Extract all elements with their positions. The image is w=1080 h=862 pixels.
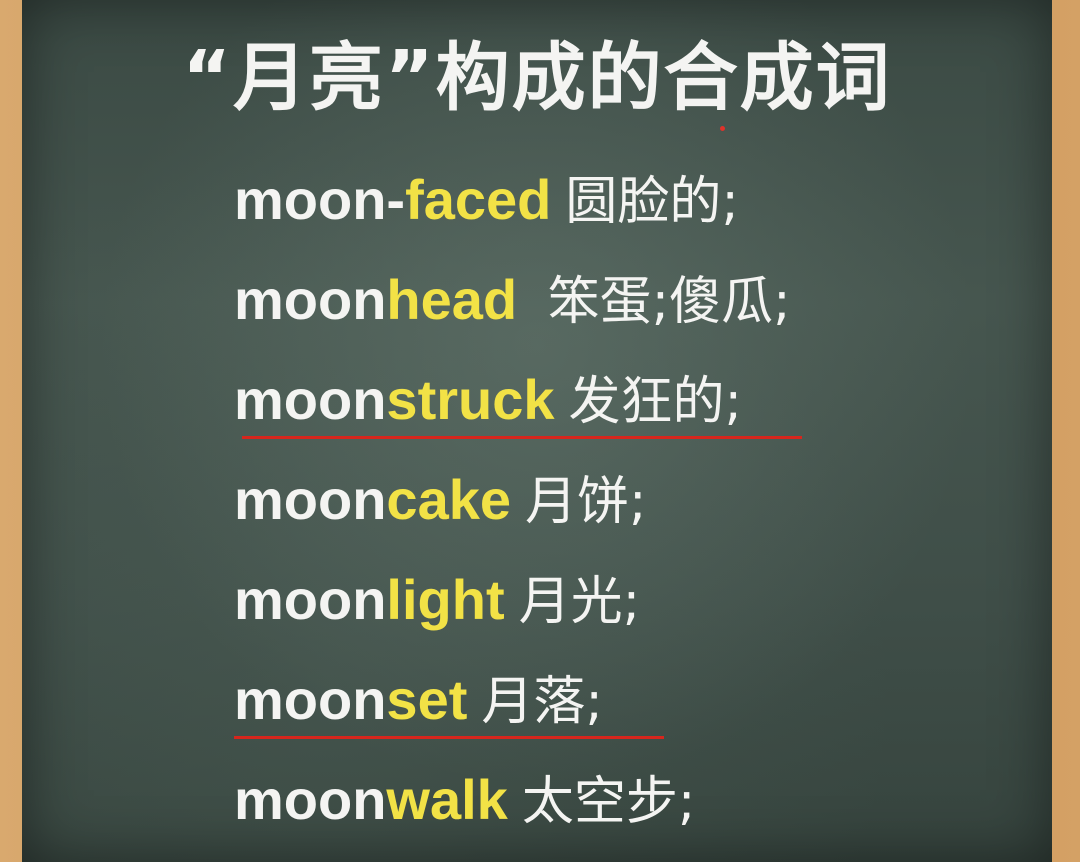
word-prefix: moon (234, 668, 387, 731)
chalkboard: “月亮”构成的合成词 moon-faced 圆脸的; moonhead 笨蛋;傻瓜… (22, 0, 1052, 862)
list-item: moon-faced 圆脸的; (234, 150, 1034, 250)
word-meaning: 月落; (481, 672, 603, 732)
word-suffix: cake (386, 468, 511, 531)
word-meaning: 笨蛋;傻瓜; (531, 272, 791, 332)
word-prefix: moon (234, 268, 387, 331)
word-prefix: moon (234, 768, 387, 831)
list-item: moonset 月落; (234, 650, 1034, 750)
word-meaning: 月光; (518, 572, 641, 632)
list-item: moonstruck 发狂的; (234, 350, 1034, 450)
red-pointer-dot (720, 126, 725, 131)
word-prefix: moon- (234, 168, 406, 231)
word-meaning: 月饼; (525, 472, 647, 532)
word-prefix: moon (234, 568, 387, 631)
list-item: moonhead 笨蛋;傻瓜; (234, 250, 1034, 350)
list-item: moonwalk 太空步; (234, 750, 1034, 850)
word-suffix: set (386, 668, 468, 731)
board-title: “月亮”构成的合成词 (182, 35, 892, 121)
list-item: mooncake 月饼; (234, 450, 1034, 550)
word-suffix: head (386, 268, 518, 331)
red-underline (242, 436, 802, 439)
word-meaning: 圆脸的; (565, 172, 739, 232)
word-meaning: 发狂的; (568, 372, 743, 432)
word-prefix: moon (234, 468, 387, 531)
word-suffix: light (386, 568, 505, 631)
word-suffix: walk (386, 768, 508, 831)
word-prefix: moon (234, 368, 387, 431)
word-suffix: faced (405, 168, 552, 231)
word-list: moon-faced 圆脸的; moonhead 笨蛋;傻瓜; moonstruc… (234, 150, 1034, 850)
word-suffix: struck (386, 368, 555, 431)
red-underline (234, 736, 664, 739)
word-meaning: 太空步; (521, 772, 696, 832)
list-item: moonlight 月光; (234, 550, 1034, 650)
